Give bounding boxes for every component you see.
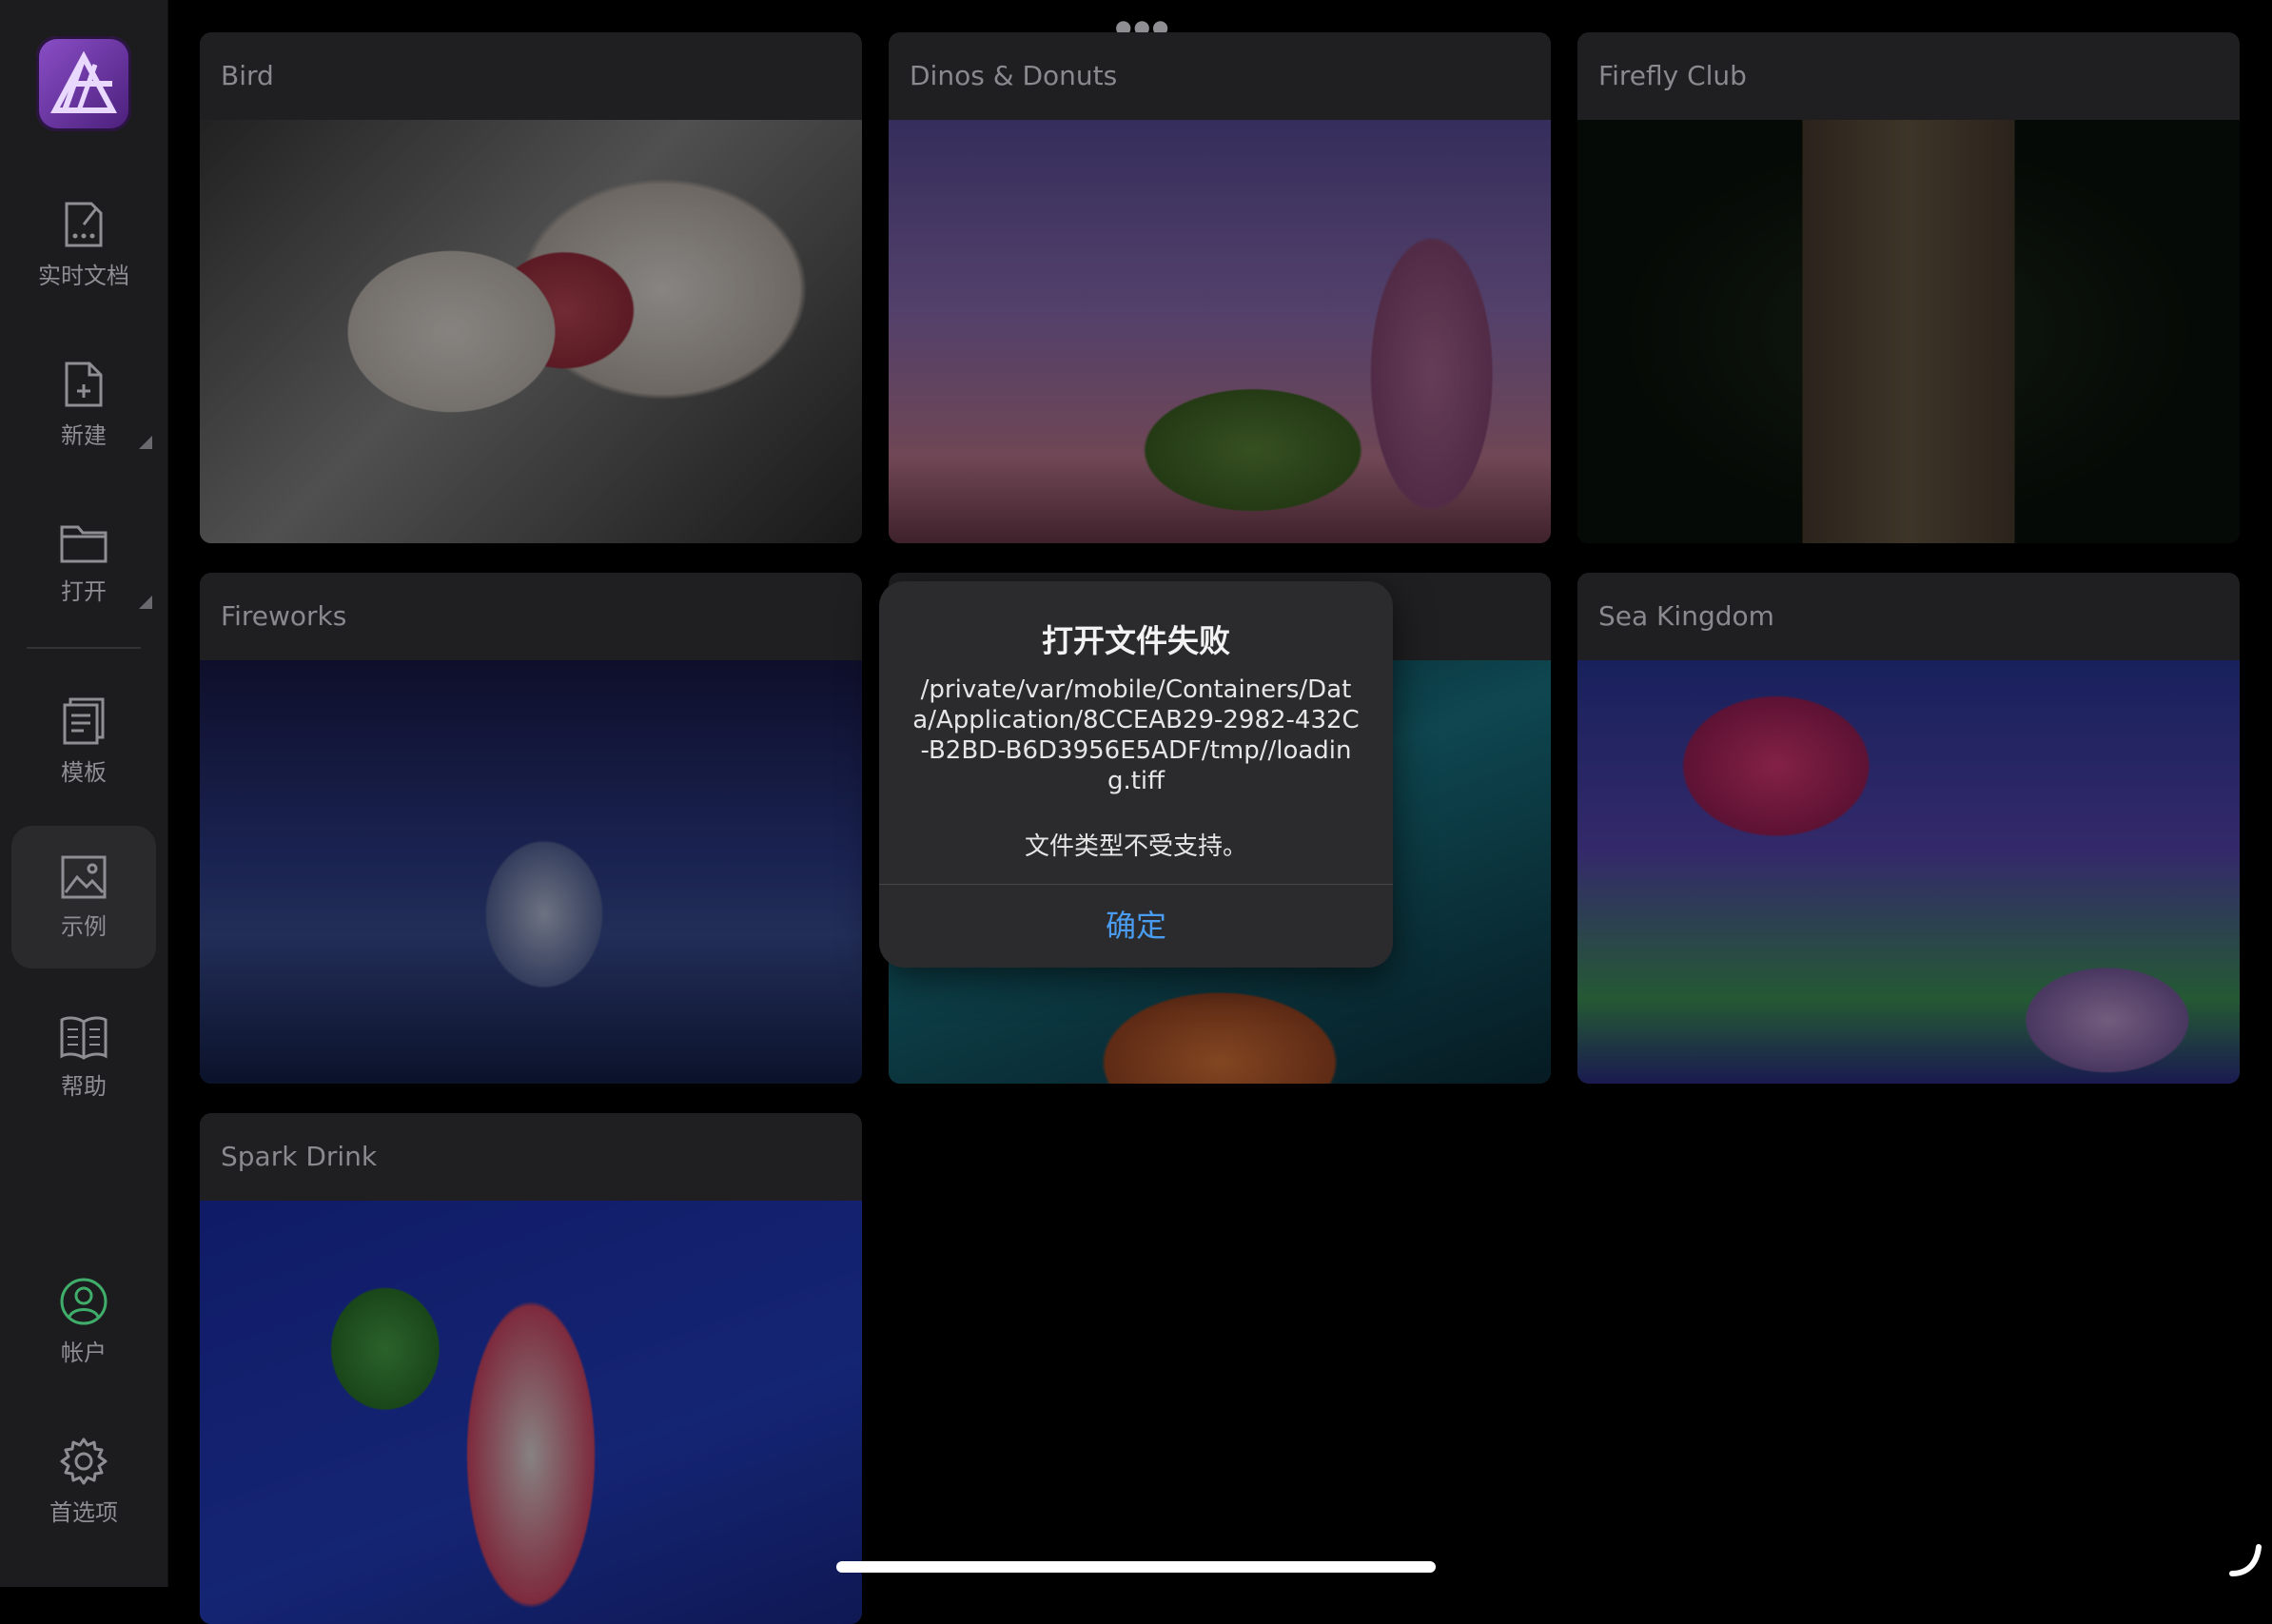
- submenu-indicator-icon: [139, 596, 152, 609]
- error-alert-dialog: 打开文件失败 /private/var/mobile/Containers/Da…: [879, 581, 1393, 968]
- sidebar-item-new[interactable]: 新建: [11, 331, 156, 474]
- new-document-icon: [65, 362, 103, 407]
- sample-card-title: Sea Kingdom: [1598, 600, 1774, 632]
- sidebar-item-open[interactable]: 打开: [11, 491, 156, 634]
- dialog-ok-button[interactable]: 确定: [879, 885, 1393, 968]
- sidebar-item-samples[interactable]: 示例: [11, 826, 156, 969]
- sidebar-item-preferences[interactable]: 首选项: [11, 1408, 156, 1551]
- sample-card-title: Fireworks: [221, 600, 347, 632]
- sidebar-item-label: 帐户: [61, 1340, 107, 1366]
- sidebar-item-templates[interactable]: 模板: [11, 668, 156, 811]
- sidebar-item-label: 新建: [61, 422, 107, 449]
- sample-card-title: Firefly Club: [1598, 60, 1747, 91]
- sample-thumbnail: [200, 1201, 862, 1624]
- sidebar-item-help[interactable]: 帮助: [11, 986, 156, 1128]
- dialog-title: 打开文件失败: [1042, 622, 1230, 659]
- pencil-hover-indicator-icon: [2229, 1544, 2262, 1576]
- help-book-icon: [60, 1016, 108, 1060]
- sidebar-item-label: 帮助: [61, 1073, 107, 1100]
- submenu-indicator-icon: [139, 436, 152, 449]
- preferences-gear-icon: [60, 1438, 108, 1485]
- sidebar: 实时文档 新建 打开 模板 示例 帮助 帐户 首选项: [0, 0, 168, 1587]
- sidebar-item-label: 打开: [61, 578, 107, 605]
- sample-thumbnail: [1577, 660, 2240, 1084]
- sidebar-divider: [27, 647, 141, 649]
- sample-card-title: Spark Drink: [221, 1141, 378, 1172]
- app-logo-icon[interactable]: [36, 36, 131, 131]
- sidebar-item-label: 首选项: [49, 1499, 118, 1526]
- sidebar-item-live-documents[interactable]: 实时文档: [11, 171, 156, 314]
- sample-card-sea-kingdom[interactable]: Sea Kingdom: [1577, 573, 2240, 1084]
- sidebar-item-account[interactable]: 帐户: [11, 1248, 156, 1391]
- live-document-icon: [65, 202, 103, 247]
- open-folder-icon: [60, 525, 108, 563]
- sample-card-firefly-club[interactable]: Firefly Club: [1577, 32, 2240, 543]
- dialog-file-path: /private/var/mobile/Containers/Data/Appl…: [912, 675, 1360, 795]
- samples-image-icon: [61, 855, 107, 899]
- sample-thumbnail: [200, 660, 862, 1084]
- sidebar-item-label: 实时文档: [38, 263, 129, 289]
- sidebar-item-label: 示例: [61, 913, 107, 940]
- account-icon: [60, 1278, 108, 1325]
- sample-card-dinos-donuts[interactable]: Dinos & Donuts: [889, 32, 1551, 543]
- sample-card-spark-drink[interactable]: Spark Drink: [200, 1113, 862, 1624]
- home-indicator[interactable]: [836, 1561, 1436, 1573]
- sample-card-fireworks[interactable]: Fireworks: [200, 573, 862, 1084]
- dialog-message: 文件类型不受支持。: [1024, 832, 1247, 861]
- sample-card-bird[interactable]: Bird: [200, 32, 862, 543]
- sample-thumbnail: [200, 120, 862, 543]
- sample-thumbnail: [889, 120, 1551, 543]
- templates-icon: [63, 697, 105, 745]
- sample-thumbnail: [1577, 120, 2240, 543]
- sample-card-title: Bird: [221, 60, 274, 91]
- sidebar-item-label: 模板: [61, 759, 107, 786]
- sample-card-title: Dinos & Donuts: [910, 60, 1118, 91]
